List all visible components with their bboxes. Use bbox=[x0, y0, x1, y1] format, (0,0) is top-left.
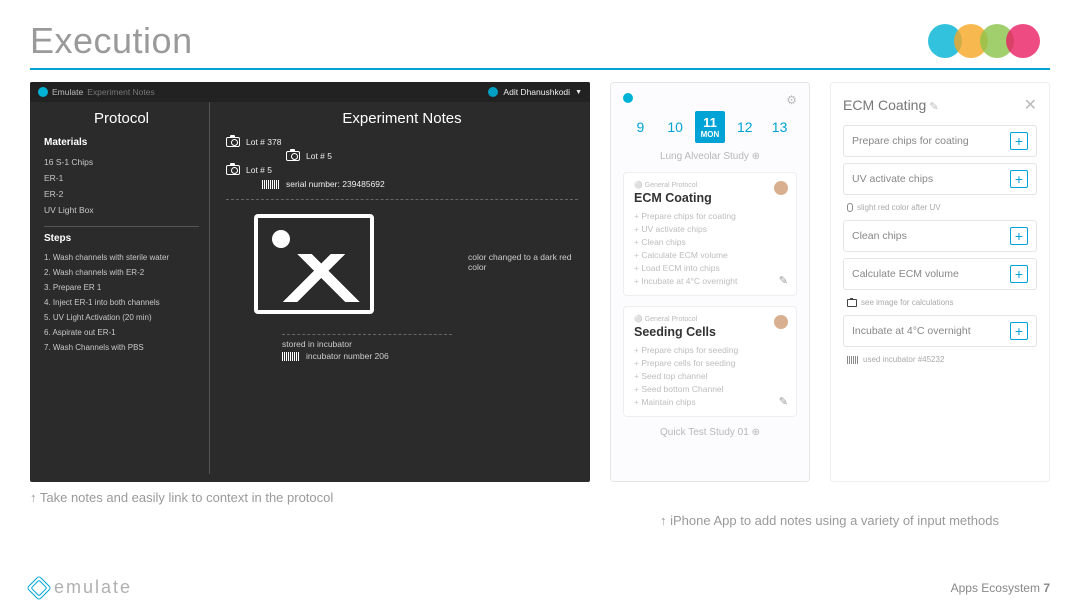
pencil-icon[interactable]: ✎ bbox=[929, 101, 938, 113]
emulate-logo-icon bbox=[26, 575, 51, 600]
card-title: Seeding Cells bbox=[634, 325, 786, 339]
barcode-icon bbox=[847, 356, 859, 364]
add-button[interactable]: + bbox=[1010, 132, 1028, 150]
card-tag: ⚪ General Protocol bbox=[634, 315, 786, 323]
pencil-icon[interactable]: ✎ bbox=[779, 395, 788, 408]
caption-right: ↑ iPhone App to add notes using a variet… bbox=[660, 513, 1080, 528]
add-button[interactable]: + bbox=[1010, 265, 1028, 283]
notes-heading: Experiment Notes bbox=[226, 110, 578, 127]
iphone-calendar-screenshot: ⚙ 9 10 11 MON 12 13 Lung Alveolar Study … bbox=[610, 82, 810, 482]
step-item: 3. Prepare ER 1 bbox=[44, 280, 199, 295]
step-item: 5. UV Light Activation (20 min) bbox=[44, 310, 199, 325]
image-annotation: color changed to a dark red color bbox=[468, 252, 578, 272]
card-step: Load ECM into chips bbox=[634, 261, 786, 274]
card-step: Calculate ECM volume bbox=[634, 248, 786, 261]
card-step: Prepare cells for seeding bbox=[634, 356, 786, 369]
photo-note: see image for calculations bbox=[861, 298, 954, 307]
emulate-logo: emulate bbox=[30, 577, 132, 598]
card-step: Maintain chips bbox=[634, 395, 786, 408]
step-row[interactable]: UV activate chips+ bbox=[843, 163, 1037, 195]
gear-icon[interactable]: ⚙ bbox=[786, 93, 797, 107]
lot-label: Lot # 378 bbox=[246, 137, 281, 147]
step-item: 2. Wash channels with ER-2 bbox=[44, 265, 199, 280]
card-step: Seed bottom Channel bbox=[634, 382, 786, 395]
materials-heading: Materials bbox=[44, 137, 199, 148]
title-divider bbox=[30, 68, 1050, 70]
avatar-icon bbox=[774, 181, 788, 195]
camera-icon bbox=[226, 137, 240, 147]
step-item: 1. Wash channels with sterile water bbox=[44, 250, 199, 265]
card-step: Prepare chips for coating bbox=[634, 209, 786, 222]
app-logo-icon bbox=[38, 87, 48, 97]
steps-heading: Steps bbox=[44, 233, 199, 244]
serial-number: serial number: 239485692 bbox=[286, 179, 385, 189]
material-item: ER-1 bbox=[44, 170, 199, 186]
step-item: 6. Aspirate out ER-1 bbox=[44, 325, 199, 340]
step-row[interactable]: Clean chips+ bbox=[843, 220, 1037, 252]
card-tag: ⚪ General Protocol bbox=[634, 181, 786, 189]
camera-icon bbox=[286, 151, 300, 161]
app-name: Emulate bbox=[52, 87, 83, 97]
brand-balls bbox=[936, 24, 1040, 58]
step-row[interactable]: Calculate ECM volume+ bbox=[843, 258, 1037, 290]
card-step: Incubate at 4°C overnight bbox=[634, 274, 786, 287]
barcode-icon bbox=[282, 352, 300, 361]
barcode-icon bbox=[262, 180, 280, 189]
incubator-number: incubator number 206 bbox=[306, 351, 389, 361]
step-item: 4. Inject ER-1 into both channels bbox=[44, 295, 199, 310]
page-number: Apps Ecosystem 7 bbox=[951, 581, 1050, 595]
material-item: ER-2 bbox=[44, 186, 199, 202]
app-logo-icon bbox=[623, 93, 633, 103]
iphone-notes-screenshot: ECM Coating ✎ ✕ Prepare chips for coatin… bbox=[830, 82, 1050, 482]
protocol-heading: Protocol bbox=[44, 110, 199, 127]
step-item: 7. Wash Channels with PBS bbox=[44, 340, 199, 355]
detail-title: ECM Coating bbox=[843, 97, 926, 113]
step-row[interactable]: Prepare chips for coating+ bbox=[843, 125, 1037, 157]
date-cell[interactable]: 12 bbox=[730, 119, 760, 135]
date-cell-selected[interactable]: 11 MON bbox=[695, 111, 725, 143]
lot-label: Lot # 5 bbox=[306, 151, 332, 161]
voice-note: slight red color after UV bbox=[857, 203, 941, 212]
caption-left: ↑ Take notes and easily link to context … bbox=[30, 490, 590, 505]
date-cell[interactable]: 13 bbox=[765, 119, 795, 135]
camera-icon bbox=[226, 165, 240, 175]
add-button[interactable]: + bbox=[1010, 170, 1028, 188]
material-item: 16 S-1 Chips bbox=[44, 154, 199, 170]
pencil-icon[interactable]: ✎ bbox=[779, 274, 788, 287]
material-item: UV Light Box bbox=[44, 202, 199, 218]
stored-label: stored in incubator bbox=[282, 339, 452, 349]
date-cell[interactable]: 10 bbox=[660, 119, 690, 135]
image-placeholder-icon bbox=[254, 214, 374, 314]
avatar-icon bbox=[488, 87, 498, 97]
study-name: Quick Test Study 01 bbox=[660, 427, 749, 438]
chevron-down-icon[interactable]: ▼ bbox=[575, 89, 582, 96]
card-step: Seed top channel bbox=[634, 369, 786, 382]
date-cell[interactable]: 9 bbox=[625, 119, 655, 135]
study-name: Lung Alveolar Study bbox=[660, 151, 749, 162]
card-step: UV activate chips bbox=[634, 222, 786, 235]
expand-icon[interactable]: ⊕ bbox=[752, 427, 760, 438]
experiment-notes-screenshot: Emulate Experiment Notes Adit Dhanushkod… bbox=[30, 82, 590, 482]
camera-icon bbox=[847, 299, 857, 307]
app-subtitle: Experiment Notes bbox=[87, 87, 155, 97]
add-button[interactable]: + bbox=[1010, 227, 1028, 245]
user-name: Adit Dhanushkodi bbox=[503, 87, 570, 97]
step-row[interactable]: Incubate at 4°C overnight+ bbox=[843, 315, 1037, 347]
slide-title: Execution bbox=[30, 20, 193, 62]
expand-icon[interactable]: ⊕ bbox=[752, 151, 760, 162]
protocol-card[interactable]: ⚪ General Protocol Seeding Cells Prepare… bbox=[623, 306, 797, 417]
barcode-note: used incubator #45232 bbox=[863, 355, 944, 364]
lot-label: Lot # 5 bbox=[246, 165, 272, 175]
card-step: Clean chips bbox=[634, 235, 786, 248]
close-icon[interactable]: ✕ bbox=[1024, 95, 1037, 115]
avatar-icon bbox=[774, 315, 788, 329]
add-button[interactable]: + bbox=[1010, 322, 1028, 340]
card-step: Prepare chips for seeding bbox=[634, 343, 786, 356]
microphone-icon bbox=[847, 203, 853, 212]
card-title: ECM Coating bbox=[634, 191, 786, 205]
protocol-card[interactable]: ⚪ General Protocol ECM Coating Prepare c… bbox=[623, 172, 797, 296]
